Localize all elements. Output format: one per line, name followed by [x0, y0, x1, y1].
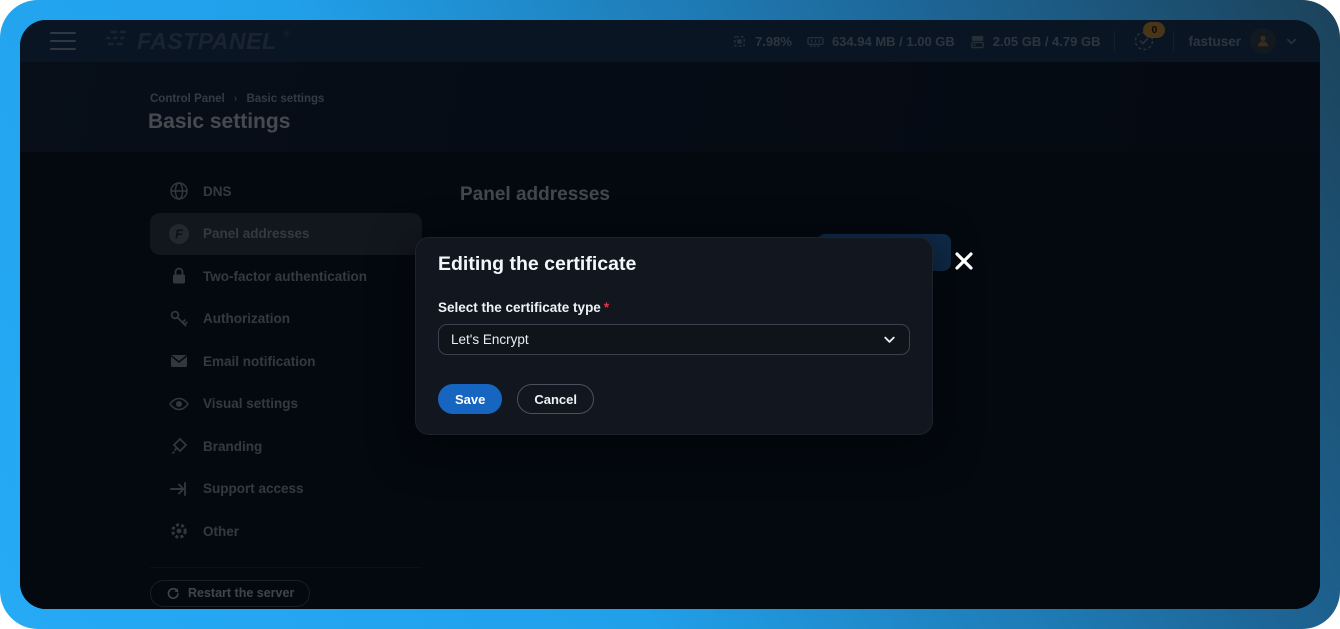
save-button[interactable]: Save	[438, 384, 502, 414]
certificate-type-label: Select the certificate type*	[438, 300, 609, 315]
screenshot-root: FASTPANEL ® 7.98%	[0, 0, 1340, 629]
field-label-text: Select the certificate type	[438, 300, 601, 315]
modal-buttons: Save Cancel	[438, 384, 594, 414]
required-asterisk: *	[604, 300, 609, 315]
edit-certificate-modal: Editing the certificate Select the certi…	[415, 237, 933, 435]
modal-title: Editing the certificate	[438, 253, 636, 276]
close-icon	[952, 249, 976, 273]
chevron-down-icon	[882, 332, 897, 347]
modal-close-button[interactable]	[949, 246, 979, 276]
certificate-type-select[interactable]: Let's Encrypt	[438, 324, 910, 355]
selected-certificate-type: Let's Encrypt	[451, 332, 529, 347]
cancel-button[interactable]: Cancel	[517, 384, 594, 414]
